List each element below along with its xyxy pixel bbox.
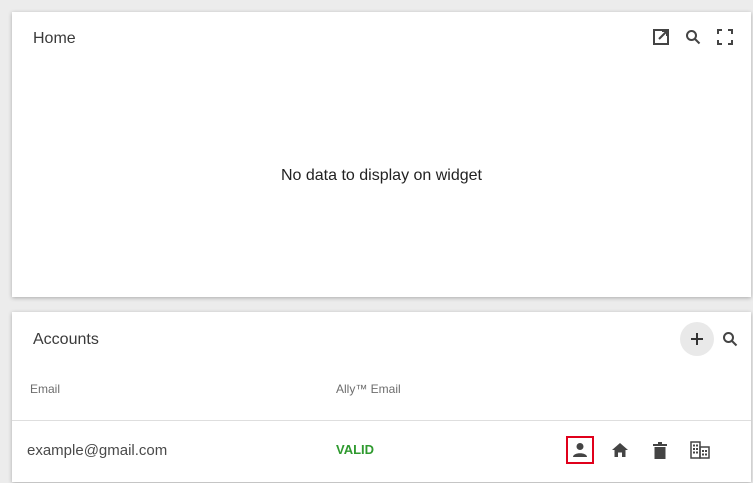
search-icon	[723, 332, 738, 347]
column-header-ally-email: Ally™ Email	[336, 382, 401, 396]
home-button[interactable]	[606, 436, 634, 464]
fullscreen-icon	[717, 29, 733, 45]
status-badge: VALID	[336, 442, 375, 457]
person-icon	[573, 443, 587, 457]
home-icon	[612, 443, 628, 457]
search-icon	[686, 30, 701, 45]
accounts-widget-title: Accounts	[33, 331, 99, 348]
account-email-cell: example@gmail.com	[27, 442, 168, 459]
home-widget-title: Home	[33, 30, 76, 47]
row-actions	[566, 436, 714, 464]
trash-icon	[653, 441, 667, 459]
column-header-email: Email	[30, 382, 61, 396]
accounts-table-header: Email Ally™ Email	[12, 374, 751, 421]
open-in-new-icon	[653, 29, 669, 45]
building-icon	[690, 441, 710, 459]
building-button[interactable]	[686, 436, 714, 464]
empty-state-message: No data to display on widget	[280, 167, 482, 184]
accounts-widget: Accounts Email Ally™ Email example@gmail…	[12, 312, 751, 482]
home-widget-toolbar	[651, 27, 735, 47]
open-in-new-button[interactable]	[651, 27, 671, 47]
person-button[interactable]	[566, 436, 594, 464]
add-icon	[691, 333, 703, 345]
search-button[interactable]	[683, 27, 703, 47]
add-account-button[interactable]	[680, 322, 714, 356]
delete-button[interactable]	[646, 436, 674, 464]
accounts-widget-toolbar	[680, 322, 739, 356]
home-widget: Home No data to display on widget	[12, 12, 751, 297]
search-accounts-button[interactable]	[721, 330, 739, 348]
table-row: example@gmail.com VALID	[12, 421, 751, 483]
fullscreen-button[interactable]	[715, 27, 735, 47]
